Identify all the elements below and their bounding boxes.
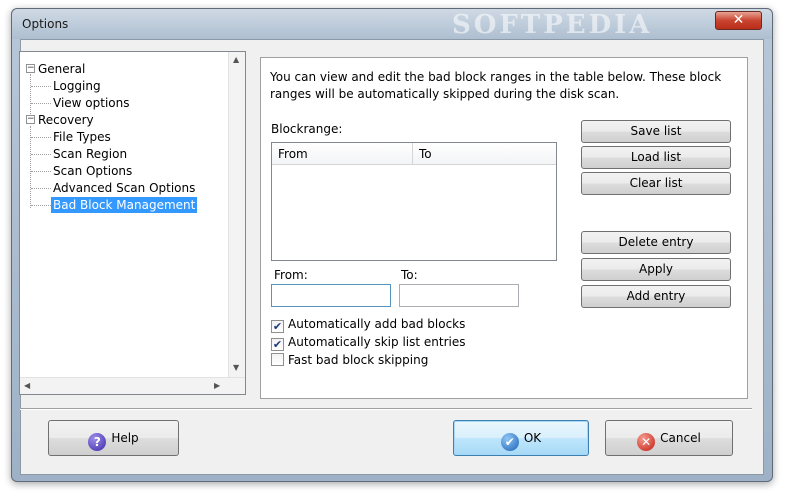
close-button[interactable]: ✕ bbox=[715, 11, 762, 30]
list-header: From To bbox=[272, 143, 556, 165]
checkbox-label: Fast bad block skipping bbox=[288, 353, 429, 367]
close-icon: ✕ bbox=[732, 12, 745, 28]
title-bar[interactable]: Options SOFTPEDIA ✕ bbox=[12, 9, 772, 40]
checkbox-label: Automatically skip list entries bbox=[288, 335, 466, 349]
checkbox-checked-icon[interactable]: ✔ bbox=[271, 338, 284, 351]
cancel-button[interactable]: ✕ Cancel bbox=[605, 420, 733, 456]
tree-item-scan-region[interactable]: Scan Region bbox=[53, 146, 127, 162]
scroll-down-icon[interactable]: ▼ bbox=[233, 363, 239, 372]
tree-vertical-scrollbar[interactable]: ▲ ▼ bbox=[228, 52, 245, 377]
ok-button[interactable]: ✔ OK bbox=[453, 420, 589, 456]
general-collapse-icon[interactable]: − bbox=[26, 64, 35, 73]
load-list-button[interactable]: Load list bbox=[581, 146, 731, 169]
minus-icon: − bbox=[27, 63, 35, 73]
clear-list-button[interactable]: Clear list bbox=[581, 172, 731, 195]
tree-item-bad-block-management[interactable]: Bad Block Management bbox=[51, 197, 198, 213]
bad-block-panel: You can view and edit the bad block rang… bbox=[260, 57, 748, 399]
help-label: Help bbox=[111, 431, 139, 445]
column-from[interactable]: From bbox=[272, 143, 413, 165]
recovery-collapse-icon[interactable]: − bbox=[26, 115, 35, 124]
watermark-logo: SOFTPEDIA bbox=[452, 10, 653, 40]
tree-item-view-options[interactable]: View options bbox=[53, 95, 130, 111]
tree-item-file-types[interactable]: File Types bbox=[53, 129, 111, 145]
scroll-left-icon[interactable]: ◀ bbox=[24, 381, 30, 390]
auto-add-bad-blocks-checkbox[interactable]: ✔ Automatically add bad blocks bbox=[271, 316, 466, 333]
auto-skip-list-entries-checkbox[interactable]: ✔ Automatically skip list entries bbox=[271, 334, 466, 351]
apply-button[interactable]: Apply bbox=[581, 258, 731, 281]
tree-item-label: View options bbox=[53, 96, 130, 110]
from-label: From: bbox=[274, 268, 308, 282]
tree-item-recovery[interactable]: Recovery bbox=[38, 112, 94, 128]
tree-item-label: File Types bbox=[53, 130, 111, 144]
cancel-x-icon: ✕ bbox=[637, 433, 656, 451]
help-button[interactable]: ? Help bbox=[48, 420, 179, 456]
to-label: To: bbox=[401, 268, 418, 282]
ok-label: OK bbox=[523, 431, 542, 445]
tree-item-logging[interactable]: Logging bbox=[53, 78, 101, 94]
checkbox-unchecked-icon[interactable] bbox=[271, 353, 284, 366]
options-tree[interactable]: − General Logging View options − Recover… bbox=[19, 51, 246, 395]
ok-check-icon: ✔ bbox=[500, 433, 519, 451]
help-icon: ? bbox=[88, 433, 107, 451]
tree-item-label: Scan Options bbox=[53, 164, 133, 178]
tree-item-label: Recovery bbox=[38, 113, 94, 127]
tree-item-scan-options[interactable]: Scan Options bbox=[53, 163, 132, 179]
window-title: Options bbox=[22, 17, 69, 31]
minus-icon: − bbox=[27, 114, 35, 124]
tree-horizontal-scrollbar[interactable]: ◀ ▶ bbox=[20, 377, 245, 394]
add-entry-button[interactable]: Add entry bbox=[581, 285, 731, 308]
column-to[interactable]: To bbox=[413, 143, 556, 165]
tree-item-advanced-scan-options[interactable]: Advanced Scan Options bbox=[53, 180, 195, 196]
scroll-up-icon[interactable]: ▲ bbox=[233, 55, 239, 64]
fast-bad-block-skipping-checkbox[interactable]: Fast bad block skipping bbox=[271, 352, 428, 368]
panel-description: You can view and edit the bad block rang… bbox=[270, 70, 722, 101]
save-list-button[interactable]: Save list bbox=[581, 120, 731, 143]
checkbox-checked-icon[interactable]: ✔ bbox=[271, 320, 284, 333]
tree-item-label: Scan Region bbox=[53, 147, 128, 161]
checkbox-label: Automatically add bad blocks bbox=[288, 317, 466, 331]
tree-item-label: Bad Block Management bbox=[53, 198, 196, 212]
blockrange-label: Blockrange: bbox=[271, 122, 343, 136]
to-input[interactable] bbox=[399, 284, 519, 307]
blockrange-list[interactable]: From To bbox=[271, 142, 557, 261]
tree-item-label: General bbox=[38, 62, 86, 76]
tree-item-label: Logging bbox=[53, 79, 101, 93]
footer-divider bbox=[20, 408, 752, 410]
tree-item-label: Advanced Scan Options bbox=[53, 181, 196, 195]
from-input[interactable] bbox=[271, 284, 391, 307]
delete-entry-button[interactable]: Delete entry bbox=[581, 231, 731, 254]
scroll-right-icon[interactable]: ▶ bbox=[214, 381, 220, 390]
tree-item-general[interactable]: General bbox=[38, 61, 85, 77]
cancel-label: Cancel bbox=[660, 431, 701, 445]
